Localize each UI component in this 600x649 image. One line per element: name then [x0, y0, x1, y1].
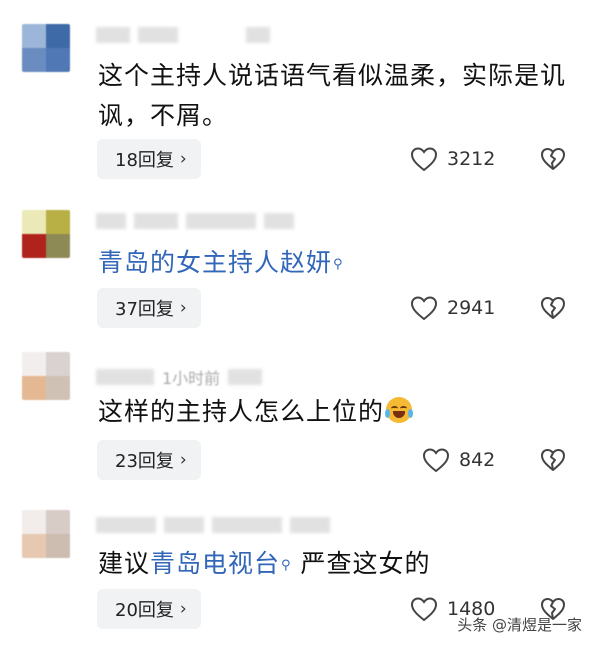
- heart-outline-icon: [410, 597, 438, 622]
- replies-label: 23回复: [115, 451, 174, 472]
- replies-button[interactable]: 23回复 ›: [97, 440, 201, 480]
- avatar[interactable]: [22, 510, 70, 558]
- comment-text: 建议青岛电视台⚲ 严查这女的: [98, 544, 568, 584]
- chevron-right-icon: ›: [179, 298, 187, 318]
- chevron-right-icon: ›: [179, 149, 187, 169]
- comment-body: 这样的主持人怎么上位的: [98, 397, 385, 426]
- replies-button[interactable]: 20回复 ›: [97, 589, 201, 629]
- like-button[interactable]: 842: [422, 445, 495, 475]
- replies-button[interactable]: 37回复 ›: [97, 288, 201, 328]
- search-link[interactable]: 青岛的女主持人赵妍: [98, 248, 332, 277]
- like-button[interactable]: 3212: [410, 144, 495, 174]
- chevron-right-icon: ›: [179, 599, 187, 619]
- avatar[interactable]: [22, 352, 70, 400]
- avatar[interactable]: [22, 24, 70, 72]
- replies-label: 37回复: [115, 299, 174, 320]
- comment-body-prefix: 建议: [98, 549, 151, 578]
- search-link[interactable]: 青岛电视台: [150, 549, 280, 578]
- laughing-crying-emoji: [385, 397, 414, 423]
- like-count: 3212: [447, 148, 496, 170]
- comment-text: 这个主持人说话语气看似温柔，实际是讥讽，不屑。: [98, 56, 568, 136]
- heart-outline-icon: [410, 147, 438, 172]
- like-button[interactable]: 2941: [410, 293, 495, 323]
- blurred-username: [96, 24, 270, 46]
- replies-label: 20回复: [115, 600, 174, 621]
- replies-button[interactable]: 18回复 ›: [97, 139, 201, 179]
- broken-heart-icon[interactable]: [540, 146, 566, 172]
- avatar[interactable]: [22, 210, 70, 258]
- blurred-username: [96, 514, 330, 536]
- comment-body: 这个主持人说话语气看似温柔，实际是讥讽，不屑。: [98, 61, 567, 130]
- heart-outline-icon: [422, 448, 450, 473]
- broken-heart-icon[interactable]: [540, 295, 566, 321]
- comment-text: 这样的主持人怎么上位的: [98, 392, 568, 432]
- chevron-right-icon: ›: [179, 450, 187, 470]
- search-icon[interactable]: ⚲: [333, 257, 344, 272]
- comment-text: 青岛的女主持人赵妍⚲: [98, 243, 568, 283]
- comment-body-suffix: 严查这女的: [291, 549, 431, 578]
- watermark: 头条 @清煜是一家: [457, 616, 582, 634]
- blurred-username: [96, 210, 294, 232]
- comment-time: 1小时前: [162, 369, 221, 388]
- like-count: 2941: [447, 297, 496, 319]
- search-icon[interactable]: ⚲: [281, 558, 292, 573]
- broken-heart-icon[interactable]: [540, 447, 566, 473]
- heart-outline-icon: [410, 296, 438, 321]
- like-count: 842: [459, 449, 496, 471]
- comment-meta: 1小时前: [96, 366, 263, 388]
- replies-label: 18回复: [115, 150, 174, 171]
